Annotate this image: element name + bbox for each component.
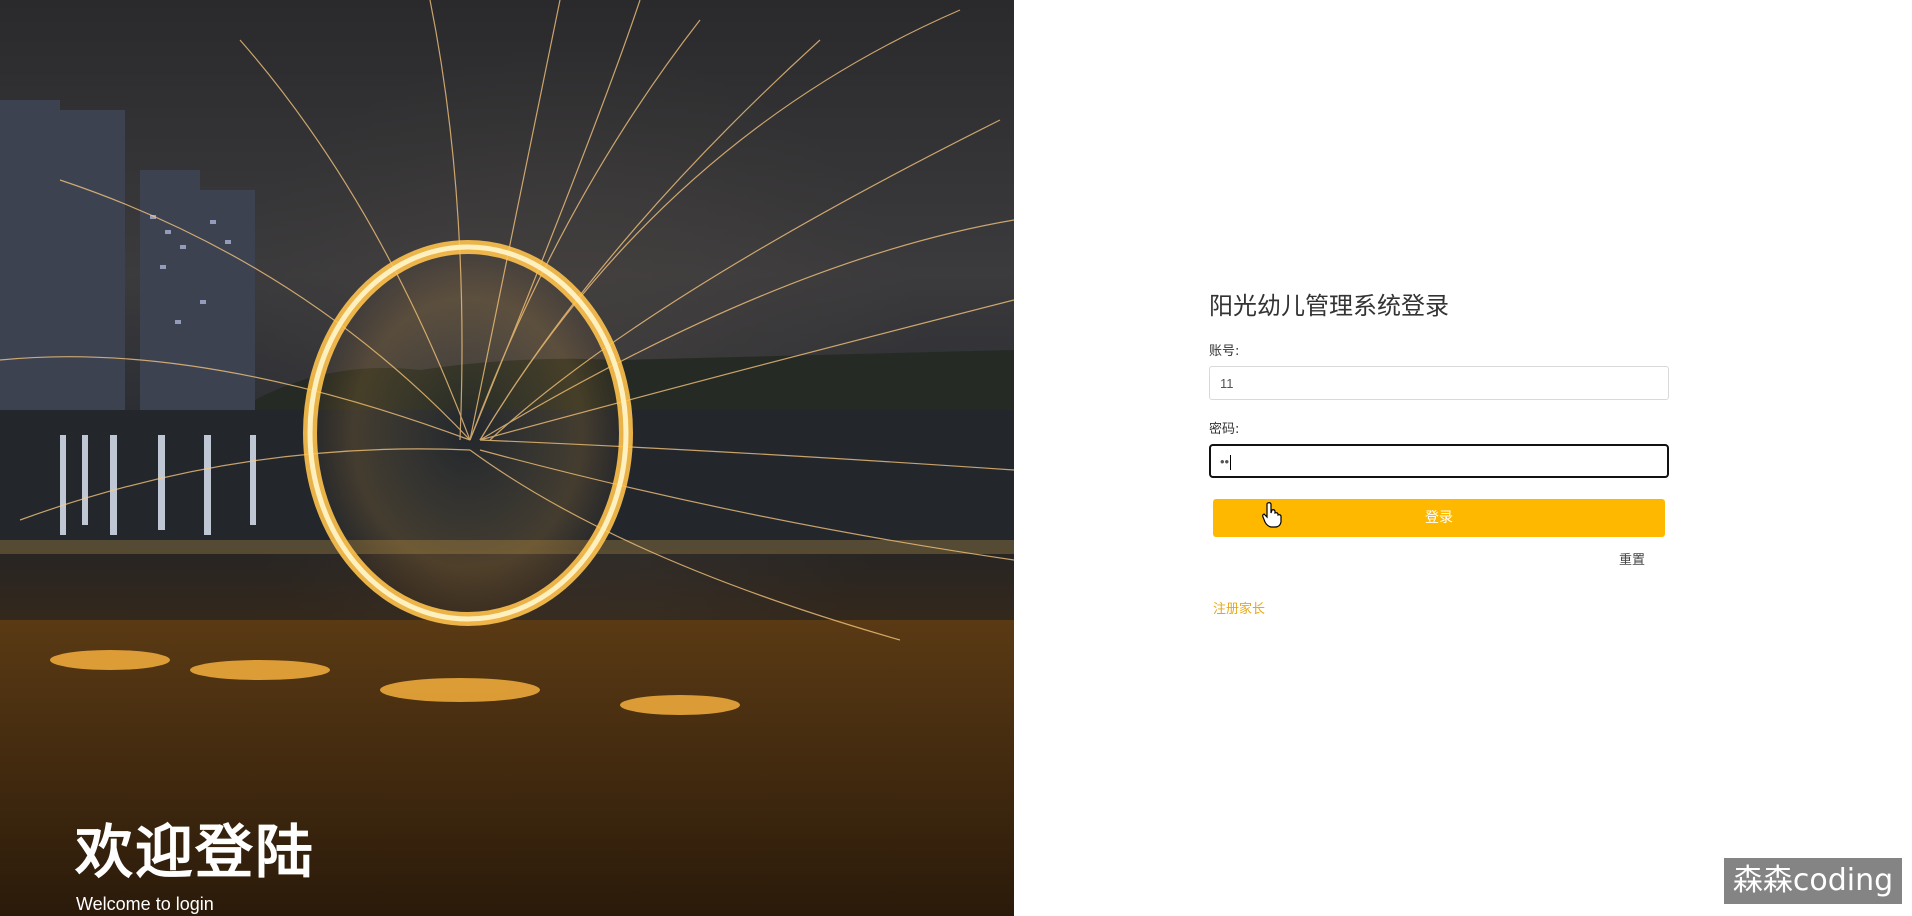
password-label: 密码: [1209, 422, 1240, 437]
text-caret [1230, 455, 1232, 471]
account-input-value: 11 [1220, 376, 1234, 391]
register-parent-link[interactable]: 注册家长 [1213, 598, 1265, 617]
hand-pointer-icon [1262, 502, 1282, 528]
watermark: 森森coding [1724, 858, 1902, 904]
form-title: 阳光幼儿管理系统登录 [1209, 292, 1449, 320]
hero-background-image [0, 0, 1014, 916]
hero-panel: 欢迎登陆 Welcome to login [0, 0, 1014, 916]
password-input[interactable]: •• [1209, 444, 1669, 478]
password-input-value: •• [1220, 454, 1230, 469]
hero-title: 欢迎登陆 [75, 818, 316, 886]
reset-button[interactable]: 重置 [1619, 549, 1645, 568]
hero-subtitle: Welcome to login [76, 894, 214, 914]
account-label: 账号: [1209, 344, 1240, 359]
account-input[interactable]: 11 [1209, 366, 1669, 400]
